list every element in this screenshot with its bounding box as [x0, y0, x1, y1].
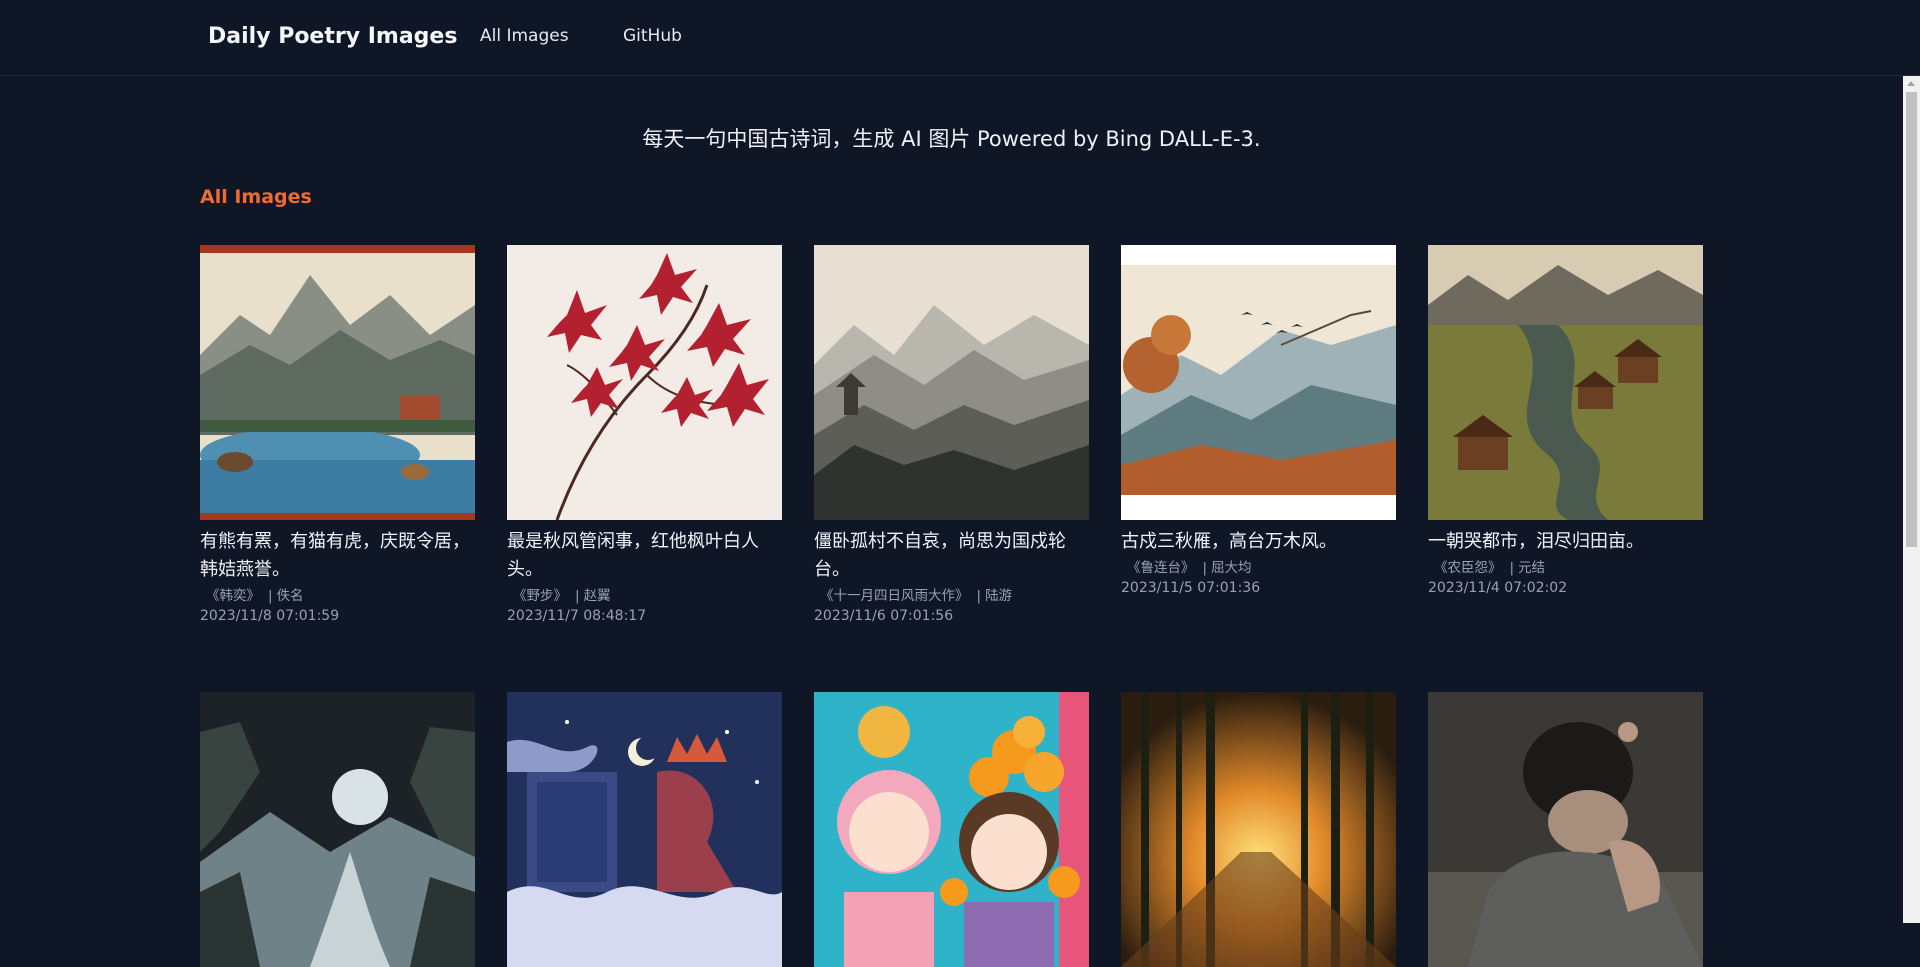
card-image-crying-man[interactable]	[1428, 692, 1703, 967]
card-source: 《野步》 | 赵翼	[513, 588, 611, 604]
card-image-landscape[interactable]	[200, 245, 475, 520]
snowy-valley-image	[200, 692, 475, 967]
card-date: 2023/11/8 07:01:59	[200, 608, 340, 624]
card-source: 《韩奕》 | 佚名	[206, 588, 304, 604]
image-card	[507, 692, 782, 967]
village-river-image	[1428, 245, 1703, 520]
card-author: 元结	[1518, 560, 1546, 576]
image-card: 最是秋风管闲事，红他枫叶白人头。 《野步》 | 赵翼 2023/11/7 08:48…	[507, 245, 782, 626]
card-author: 佚名	[276, 588, 304, 604]
card-image-bamboo[interactable]	[1121, 692, 1396, 967]
card-title[interactable]: 最是秋风管闲事，红他枫叶白人头。	[507, 528, 782, 584]
card-work-title: 《农臣怨》	[1434, 560, 1502, 576]
card-date: 2023/11/6 07:01:56	[814, 608, 954, 624]
card-work-title: 《十一月四日风雨大作》	[820, 588, 969, 604]
card-image-ink-mountains[interactable]	[814, 245, 1089, 520]
card-work-title: 《野步》	[513, 588, 567, 604]
page-scrollbar[interactable]	[1903, 76, 1920, 923]
nav-link-github[interactable]: GitHub	[623, 26, 682, 46]
card-image-night-crown[interactable]	[507, 692, 782, 967]
scrollbar-thumb[interactable]	[1906, 92, 1917, 547]
red-maple-branch-image	[507, 245, 782, 520]
great-wall-geese-image	[1121, 245, 1396, 520]
card-author: 赵翼	[583, 588, 611, 604]
image-card	[1121, 692, 1396, 967]
scroll-up-arrow-icon[interactable]	[1907, 81, 1915, 86]
card-image-maple[interactable]	[507, 245, 782, 520]
anime-peaches-image	[814, 692, 1089, 967]
card-date: 2023/11/4 07:02:02	[1428, 580, 1568, 596]
image-card	[200, 692, 475, 967]
card-author: 屈大均	[1211, 560, 1252, 576]
site-tagline: 每天一句中国古诗词，生成 AI 图片 Powered by Bing DALL-…	[642, 127, 1261, 151]
image-card: 有熊有罴，有猫有虎，庆既令居，韩姞燕誉。 《韩奕》 | 佚名 2023/11/8 0…	[200, 245, 475, 626]
card-title[interactable]: 有熊有罴，有猫有虎，庆既令居，韩姞燕誉。	[200, 528, 475, 584]
misty-mountain-image	[814, 245, 1089, 520]
card-image-snowy-valley[interactable]	[200, 692, 475, 967]
card-image-anime[interactable]	[814, 692, 1089, 967]
card-title[interactable]: 僵卧孤村不自哀，尚思为国戍轮台。	[814, 528, 1089, 584]
card-title[interactable]: 古戍三秋雁，高台万木风。	[1121, 528, 1396, 556]
card-source: 《农臣怨》 | 元结	[1434, 560, 1546, 576]
image-card: 僵卧孤村不自哀，尚思为国戍轮台。 《十一月四日风雨大作》 | 陆游 2023/11/…	[814, 245, 1089, 626]
card-title[interactable]: 一朝哭都市，泪尽归田亩。	[1428, 528, 1703, 556]
image-card	[814, 692, 1089, 967]
card-author: 陆游	[985, 588, 1013, 604]
image-card: 一朝哭都市，泪尽归田亩。 《农臣怨》 | 元结 2023/11/4 07:02:02	[1428, 245, 1703, 598]
card-source: 《鲁连台》 | 屈大均	[1127, 560, 1252, 576]
night-crown-image	[507, 692, 782, 967]
card-date: 2023/11/5 07:01:36	[1121, 580, 1261, 596]
top-navbar: Daily Poetry Images All Images GitHub	[0, 0, 1920, 76]
section-title: All Images	[200, 186, 312, 208]
bamboo-sunrise-image	[1121, 692, 1396, 967]
card-image-village[interactable]	[1428, 245, 1703, 520]
landscape-painting-image	[200, 245, 475, 520]
brand-logo-text[interactable]: Daily Poetry Images	[208, 24, 457, 49]
image-card: 古戍三秋雁，高台万木风。 《鲁连台》 | 屈大均 2023/11/5 07:01:3…	[1121, 245, 1396, 598]
card-image-great-wall[interactable]	[1121, 245, 1396, 520]
image-card	[1428, 692, 1703, 967]
card-date: 2023/11/7 08:48:17	[507, 608, 647, 624]
crying-man-image	[1428, 692, 1703, 967]
card-work-title: 《韩奕》	[206, 588, 260, 604]
card-work-title: 《鲁连台》	[1127, 560, 1195, 576]
card-source: 《十一月四日风雨大作》 | 陆游	[820, 588, 1013, 604]
nav-link-all-images[interactable]: All Images	[480, 26, 569, 46]
